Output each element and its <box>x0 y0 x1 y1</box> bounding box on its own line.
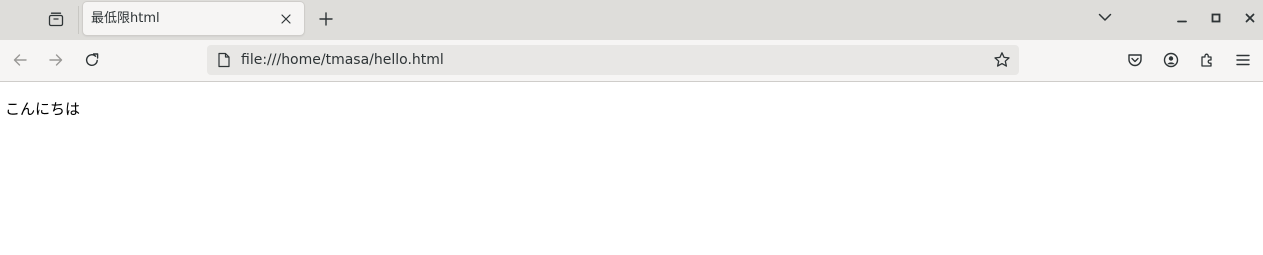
minimize-icon <box>1177 20 1187 23</box>
tab-overview-icon <box>48 12 64 27</box>
minimize-button[interactable] <box>1172 8 1192 28</box>
page-content: こんにちは <box>0 82 1263 255</box>
bookmark-star-button[interactable] <box>993 51 1011 69</box>
back-arrow-icon <box>13 54 27 66</box>
account-button[interactable] <box>1159 48 1183 72</box>
forward-arrow-icon <box>49 54 63 66</box>
reload-button[interactable] <box>80 48 104 72</box>
puzzle-icon <box>1201 53 1212 67</box>
title-bar: 最低限html <box>0 0 1263 40</box>
page-icon <box>216 52 232 68</box>
app-menu-button[interactable] <box>1231 48 1255 72</box>
star-icon <box>994 52 1010 67</box>
tab-divider <box>78 6 79 34</box>
extensions-button[interactable] <box>1195 48 1219 72</box>
reload-icon <box>86 53 99 67</box>
pocket-icon <box>1128 54 1142 67</box>
back-button[interactable] <box>8 48 32 72</box>
window-close-button[interactable] <box>1240 8 1260 28</box>
active-tab[interactable]: 最低限html <box>83 2 304 35</box>
account-icon <box>1163 52 1179 68</box>
address-bar[interactable]: file:///home/tmasa/hello.html <box>207 45 1019 75</box>
plus-icon <box>319 12 333 26</box>
new-tab-button[interactable] <box>314 7 338 31</box>
tab-title: 最低限html <box>91 11 160 26</box>
window-close-icon <box>1245 13 1255 23</box>
pocket-button[interactable] <box>1123 48 1147 72</box>
tab-close-button[interactable] <box>277 10 294 27</box>
close-icon <box>280 13 291 24</box>
tab-list-button[interactable] <box>1094 6 1116 28</box>
maximize-icon <box>1211 13 1221 23</box>
forward-button[interactable] <box>44 48 68 72</box>
navigation-toolbar: file:///home/tmasa/hello.html <box>0 40 1263 82</box>
page-text: こんにちは <box>5 100 81 118</box>
maximize-button[interactable] <box>1206 8 1226 28</box>
tab-overview-button[interactable] <box>36 0 76 38</box>
hamburger-menu-icon <box>1236 54 1250 66</box>
chevron-down-icon <box>1098 13 1112 21</box>
url-text[interactable]: file:///home/tmasa/hello.html <box>241 45 444 76</box>
